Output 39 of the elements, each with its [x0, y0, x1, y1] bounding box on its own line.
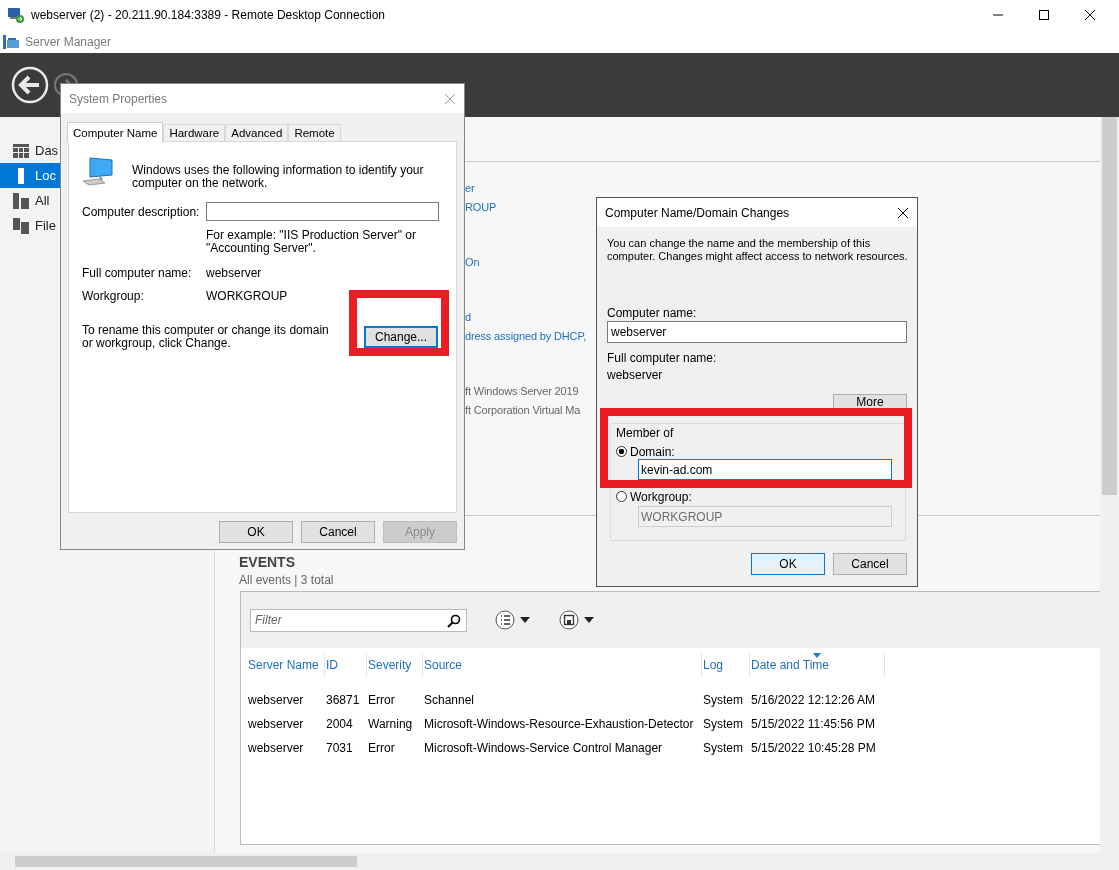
- field-value: webserver: [607, 368, 663, 382]
- table-cell-text: 7031: [325, 741, 354, 755]
- field-value: webserver: [206, 265, 263, 282]
- table-cell-text: Microsoft-Windows-Service Control Manager: [423, 741, 664, 755]
- table-cell-text: Microsoft-Windows-Resource-Exhaustion-Detector: [423, 717, 695, 731]
- window-title: webserver (2) - 20.211.90.184:3389 - Remote Desktop Connection: [31, 8, 385, 22]
- property-value: ft Windows Server 2019: [465, 384, 579, 399]
- field-label: Full computer name:: [82, 265, 193, 282]
- field-label: Full computer name:: [607, 351, 717, 365]
- table-cell-text: Error: [367, 741, 396, 755]
- dialog-title: System Properties: [69, 91, 168, 106]
- dialog-title: Computer Name/Domain Changes: [605, 205, 790, 220]
- table-cell-text: 5/16/2022 12:12:26 AM: [750, 693, 877, 707]
- section-subtitle: All events | 3 total: [239, 573, 334, 587]
- property-value: ft Corporation Virtual Ma: [465, 403, 581, 418]
- table-cell-text: Warning: [367, 717, 414, 731]
- table-cell-text: Schannel: [423, 693, 476, 707]
- table-cell-text: webserver: [247, 693, 305, 707]
- table-cell-text: Error: [367, 693, 396, 707]
- table-cell-text: webserver: [247, 717, 305, 731]
- hint-text: For example: "IIS Production Server" or "Accounting Server".: [206, 229, 417, 255]
- intro-text: You can change the name and the membership of this computer. Changes might affect access to network resources.: [607, 237, 909, 263]
- app-title: Server Manager: [25, 34, 112, 49]
- table-cell-text: 5/15/2022 10:45:28 PM: [750, 741, 877, 755]
- rename-text: To rename this computer or change its domain or workgroup, click Change.: [82, 324, 330, 350]
- field-label: Computer name:: [607, 306, 697, 320]
- table-cell-text: System: [702, 741, 744, 755]
- group-legend: Member of: [616, 426, 674, 440]
- table-cell-text: 2004: [325, 717, 354, 731]
- field-label: Workgroup:: [82, 288, 145, 305]
- table-cell-text: 5/15/2022 11:45:56 PM: [750, 717, 876, 731]
- intro-text: Windows uses the following information to identify your computer on the network.: [132, 164, 425, 190]
- table-cell-text: System: [702, 717, 744, 731]
- table-cell-text: 36871: [325, 693, 361, 707]
- field-value: WORKGROUP: [206, 288, 289, 305]
- table-cell-text: System: [702, 693, 744, 707]
- section-title: EVENTS: [239, 554, 295, 570]
- table-cell-text: webserver: [247, 741, 305, 755]
- field-label: Computer description:: [82, 204, 201, 219]
